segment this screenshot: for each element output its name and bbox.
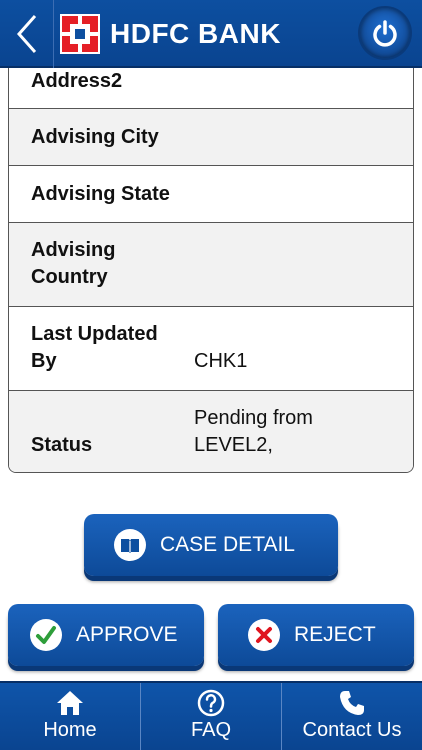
detail-row-advising-country: Advising Country — [9, 223, 413, 307]
bank-logo: HDFC BANK — [60, 14, 281, 54]
details-table[interactable]: Address2 Advising City Advising State Ad… — [8, 68, 414, 473]
status-value-line1: Pending from — [194, 407, 313, 429]
book-icon — [114, 529, 146, 561]
detail-row-advising-state: Advising State — [9, 166, 413, 223]
app-header: HDFC BANK — [0, 0, 422, 68]
reject-label: REJECT — [294, 623, 376, 646]
question-icon — [197, 689, 225, 717]
home-icon — [56, 689, 84, 717]
detail-label-line2: By — [31, 350, 57, 372]
detail-label-line1: Last Updated — [31, 323, 158, 345]
reject-button[interactable]: REJECT — [218, 604, 414, 666]
detail-row-status: Status Pending from LEVEL2, — [9, 391, 413, 472]
checkmark-icon — [30, 619, 62, 651]
nav-home-label: Home — [43, 719, 97, 741]
detail-label: Address2 — [31, 70, 123, 92]
nav-faq-label: FAQ — [190, 719, 231, 741]
bottom-nav: Home FAQ Contact Us — [0, 681, 422, 750]
nav-home[interactable]: Home — [0, 683, 140, 750]
approve-button[interactable]: APPROVE — [8, 604, 204, 666]
case-detail-button[interactable]: CASE DETAIL — [84, 514, 338, 576]
nav-faq[interactable]: FAQ — [140, 683, 281, 750]
detail-label-line1: Advising — [31, 239, 116, 261]
logout-button[interactable] — [360, 8, 410, 58]
chevron-left-icon — [16, 15, 36, 53]
hdfc-logo-icon — [60, 14, 100, 54]
nav-contact[interactable]: Contact Us — [281, 683, 422, 750]
detail-label: Status — [31, 434, 93, 456]
detail-row-advising-city: Advising City — [9, 109, 413, 166]
detail-label: Advising City — [31, 126, 159, 148]
case-detail-label: CASE DETAIL — [160, 533, 295, 556]
approve-label: APPROVE — [76, 623, 178, 646]
phone-icon — [338, 689, 366, 717]
detail-row-address2: Address2 — [9, 68, 413, 109]
brand-name: HDFC BANK — [110, 18, 281, 49]
close-icon — [248, 619, 280, 651]
detail-label-line2: Country — [31, 266, 108, 288]
detail-row-last-updated-by: Last Updated By CHK1 — [9, 307, 413, 391]
status-value-line2: LEVEL2, — [194, 434, 273, 456]
detail-label: Advising State — [31, 183, 170, 205]
nav-contact-label: Contact Us — [302, 719, 402, 741]
power-icon — [373, 20, 397, 47]
detail-value: CHK1 — [194, 350, 248, 372]
back-button[interactable] — [0, 0, 54, 68]
